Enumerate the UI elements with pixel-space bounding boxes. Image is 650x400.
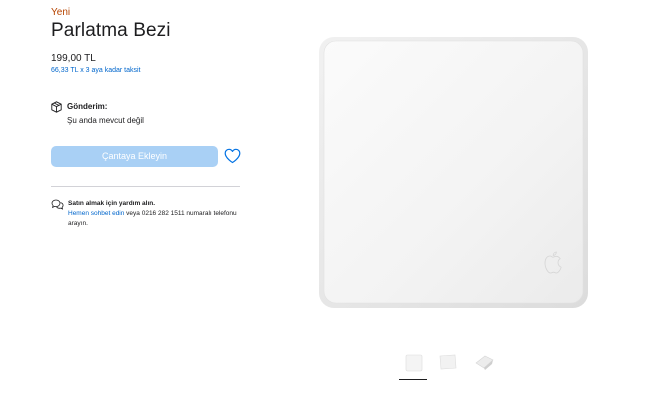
cloth-folded-thumbnail[interactable] [472, 350, 496, 374]
cloth-front-thumbnail[interactable] [402, 350, 426, 374]
chat-bubbles-icon [51, 199, 64, 210]
polishing-cloth-image [319, 37, 588, 308]
new-badge: Yeni [51, 7, 71, 18]
product-title: Parlatma Bezi [51, 20, 171, 41]
help-title: Satın almak için yardım alın. [68, 200, 156, 207]
add-to-bag-button[interactable]: Çantaya Ekleyin [51, 146, 218, 167]
box-icon [51, 101, 62, 113]
product-page: Yeni Parlatma Bezi 199,00 TL 66,33 TL x … [0, 0, 650, 400]
chat-now-link[interactable]: Hemen sohbet edin [68, 210, 124, 217]
cloth-angle-thumbnail[interactable] [436, 350, 460, 374]
section-divider [51, 186, 240, 187]
product-price: 199,00 TL [51, 53, 96, 64]
selected-thumbnail-indicator [399, 379, 427, 380]
delivery-status: Şu anda mevcut değil [67, 116, 144, 125]
heart-icon[interactable] [224, 148, 241, 164]
help-body: Hemen sohbet edin veya 0216 282 1511 num… [68, 209, 238, 229]
installment-link[interactable]: 66,33 TL x 3 aya kadar taksit [51, 67, 141, 74]
delivery-title: Gönderim: [67, 102, 108, 111]
gallery-thumbnails [398, 350, 508, 380]
